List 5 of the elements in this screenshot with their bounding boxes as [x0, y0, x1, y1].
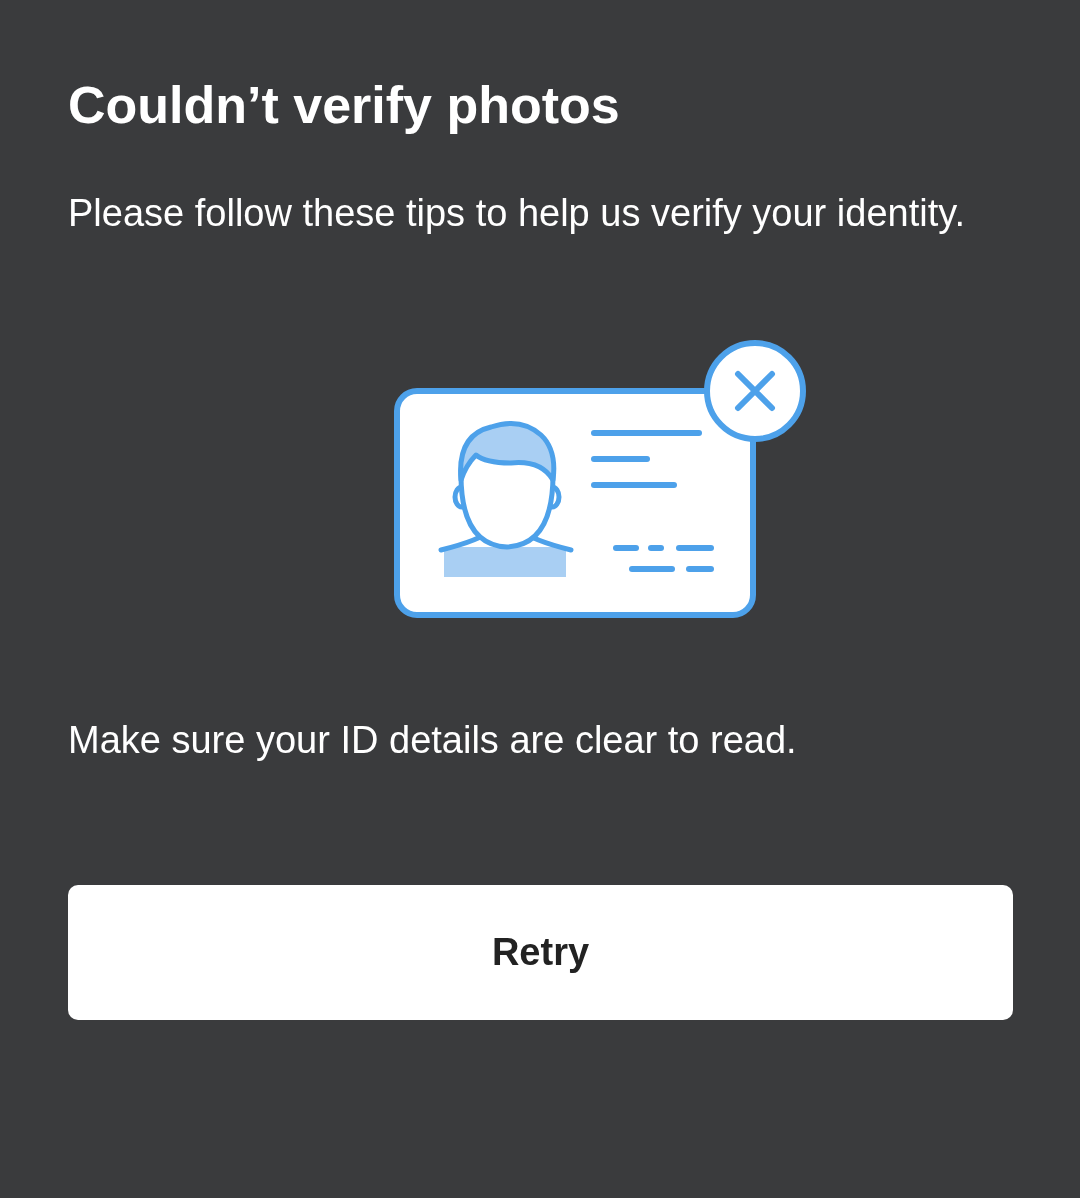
retry-button[interactable]: Retry — [68, 885, 1013, 1020]
error-icon — [703, 340, 806, 442]
dialog-title: Couldn’t verify photos — [68, 75, 620, 136]
intro-text: Please follow these tips to help us verify your identity. — [68, 191, 966, 236]
tip-text: Make sure your ID details are clear to read. — [68, 718, 797, 763]
